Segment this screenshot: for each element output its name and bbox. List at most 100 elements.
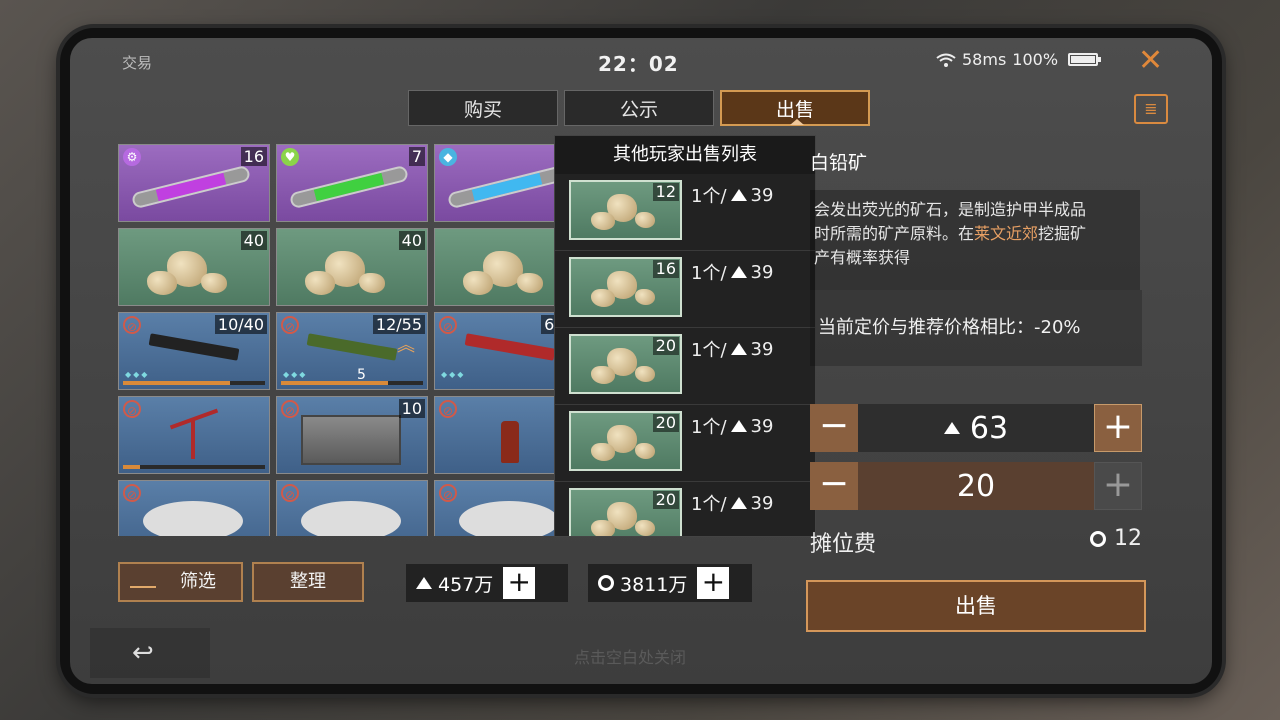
ammo-count: 12/55 bbox=[372, 315, 425, 334]
ammo-count: 10/40 bbox=[214, 315, 267, 334]
inventory-slot[interactable]: ♥ 7 bbox=[276, 144, 428, 222]
sell-button[interactable]: 出售 bbox=[806, 580, 1146, 632]
item-description: 会发出荧光的矿石，是制造护甲半成品 时所需的矿产原料。在莱文近郊挖掘矿 产有概率… bbox=[810, 190, 1140, 290]
inventory-slot[interactable]: ⊘ ◆◆◆ 60/3 bbox=[434, 312, 558, 390]
listing-row[interactable]: 16 1个/39 bbox=[555, 251, 815, 328]
quantity-increase-button[interactable]: + bbox=[1094, 462, 1142, 510]
stack-count: 20 bbox=[652, 414, 679, 432]
trade-tabs: 购买 公示 出售 bbox=[408, 90, 870, 126]
crate-icon bbox=[301, 415, 401, 465]
battery-text: 100% bbox=[1012, 50, 1059, 69]
price-decrease-button[interactable]: − bbox=[810, 404, 858, 452]
no-trade-icon: ⊘ bbox=[439, 400, 457, 418]
inventory-slot[interactable]: ⚙ 16 bbox=[118, 144, 270, 222]
trade-screen: 交易 22：02 58ms 100% ✕ 购买 公示 出售 ≣ ⚙ 16 ♥ 7 bbox=[70, 38, 1212, 684]
inventory-slot[interactable]: 40 bbox=[276, 228, 428, 306]
status-bar: 58ms 100% bbox=[936, 50, 1102, 69]
syringe-icon bbox=[130, 164, 252, 210]
syringe-icon bbox=[446, 164, 558, 210]
price-increase-button[interactable]: + bbox=[1094, 404, 1142, 452]
tab-buy[interactable]: 购买 bbox=[408, 90, 558, 126]
quantity-stepper: − 20 + bbox=[810, 462, 1142, 510]
inventory-slot[interactable]: 40 bbox=[118, 228, 270, 306]
inventory-slot[interactable]: ⊘ bbox=[118, 480, 270, 536]
unit-price-value[interactable]: 63 bbox=[858, 404, 1094, 452]
inventory-slot[interactable]: ⊘ ︽ ◆◆◆ 5 12/55 bbox=[276, 312, 428, 390]
listing-row[interactable]: 20 1个/39 bbox=[555, 328, 815, 405]
back-button[interactable]: ↩ bbox=[90, 628, 210, 678]
ore-thumbnail: 12 bbox=[569, 180, 682, 240]
no-trade-icon: ⊘ bbox=[439, 316, 457, 334]
coin-plate-icon bbox=[459, 501, 558, 536]
battery-icon bbox=[1068, 53, 1102, 66]
back-arrow-icon: ↩ bbox=[132, 638, 154, 668]
gold-icon bbox=[730, 189, 747, 201]
tab-announce[interactable]: 公示 bbox=[564, 90, 714, 126]
ore-icon bbox=[591, 344, 661, 388]
rarity-dots: ◆◆◆ bbox=[441, 370, 466, 379]
ore-thumbnail: 16 bbox=[569, 257, 682, 317]
inventory-slot[interactable] bbox=[434, 228, 558, 306]
listing-price: 1个/39 bbox=[691, 184, 774, 208]
wifi-icon bbox=[936, 53, 956, 67]
coin-balance: 3811万 + bbox=[588, 564, 752, 602]
ping-text: 58ms bbox=[962, 50, 1007, 69]
clock: 22：02 bbox=[598, 52, 679, 76]
inventory-slot[interactable]: ⊘ bbox=[434, 480, 558, 536]
inventory-slot[interactable]: ⊘ 10 bbox=[276, 396, 428, 474]
inventory-slot[interactable]: ⊘ bbox=[118, 396, 270, 474]
stack-count: 20 bbox=[652, 337, 679, 355]
rarity-dots: ◆◆◆ bbox=[283, 370, 308, 379]
durability-bar bbox=[281, 381, 423, 385]
location-link: 莱文近郊 bbox=[974, 224, 1039, 243]
listing-title: 其他玩家出售列表 bbox=[555, 136, 815, 174]
shield-icon: ◆ bbox=[439, 148, 457, 166]
no-trade-icon: ⊘ bbox=[123, 484, 141, 502]
add-gold-button[interactable]: + bbox=[503, 567, 536, 599]
ore-thumbnail: 20 bbox=[569, 488, 682, 536]
bottle-icon bbox=[501, 421, 519, 463]
stack-count: 40 bbox=[398, 231, 425, 250]
no-trade-icon: ⊘ bbox=[123, 316, 141, 334]
ore-icon bbox=[591, 498, 661, 536]
close-icon[interactable]: ✕ bbox=[1138, 46, 1163, 76]
listing-price: 1个/39 bbox=[691, 261, 774, 285]
sort-button[interactable]: 整理 bbox=[252, 562, 364, 602]
inventory-slot[interactable]: ◆ bbox=[434, 144, 558, 222]
stack-count: 12 bbox=[652, 183, 679, 201]
inventory-slot[interactable]: ⊘ bbox=[434, 396, 558, 474]
coin-plate-icon bbox=[301, 501, 401, 536]
ore-icon bbox=[147, 245, 237, 301]
clipboard-icon[interactable]: ≣ bbox=[1134, 94, 1168, 124]
stack-count: 40 bbox=[240, 231, 267, 250]
heart-icon: ♥ bbox=[281, 148, 299, 166]
no-trade-icon: ⊘ bbox=[281, 316, 299, 334]
listing-price: 1个/39 bbox=[691, 338, 774, 362]
listing-row[interactable]: 20 1个/39 bbox=[555, 405, 815, 482]
quantity-value[interactable]: 20 bbox=[858, 462, 1094, 510]
stack-count: 16 bbox=[240, 147, 267, 166]
rifle-icon bbox=[306, 333, 398, 361]
listing-row[interactable]: 20 1个/39 bbox=[555, 482, 815, 536]
inventory-slot[interactable]: ⊘ bbox=[276, 480, 428, 536]
listing-price: 1个/39 bbox=[691, 492, 774, 516]
stack-count: 7 bbox=[408, 147, 425, 166]
screen-title: 交易 bbox=[122, 54, 153, 72]
listing-row[interactable]: 12 1个/39 bbox=[555, 174, 815, 251]
no-trade-icon: ⊘ bbox=[439, 484, 457, 502]
price-compare: 当前定价与推荐价格相比：-20% bbox=[810, 290, 1142, 366]
ore-icon bbox=[463, 245, 553, 301]
stack-count: 20 bbox=[652, 491, 679, 509]
tab-sell[interactable]: 出售 bbox=[720, 90, 870, 126]
stall-fee: 摊位费 12 bbox=[810, 526, 1142, 558]
ore-icon bbox=[591, 421, 661, 465]
bottom-controls: 筛选 整理 457万 + 3811万 + bbox=[118, 562, 758, 604]
add-coin-button[interactable]: + bbox=[697, 567, 730, 599]
stall-fee-label: 摊位费 bbox=[810, 532, 877, 557]
ore-thumbnail: 20 bbox=[569, 334, 682, 394]
quantity-decrease-button[interactable]: − bbox=[810, 462, 858, 510]
player-listing-panel: 其他玩家出售列表 12 1个/39 16 1个/39 20 1个/ 39 20 … bbox=[554, 135, 816, 537]
item-name: 白铅矿 bbox=[810, 152, 868, 174]
filter-button[interactable]: 筛选 bbox=[118, 562, 243, 602]
inventory-slot[interactable]: ⊘ ◆◆◆ 10/40 bbox=[118, 312, 270, 390]
